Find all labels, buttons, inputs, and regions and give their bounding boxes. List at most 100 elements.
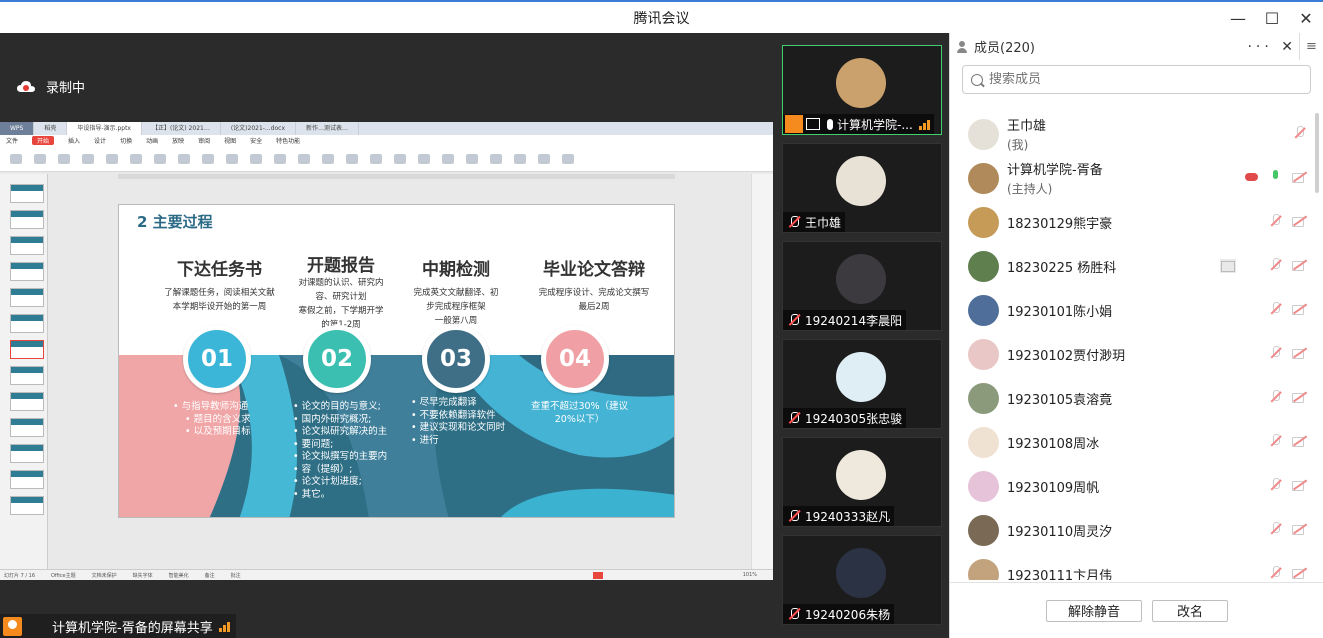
member-row[interactable]: 19230105袁溶竟: [968, 378, 1308, 418]
camera-off-icon[interactable]: [1292, 170, 1308, 184]
step-3-bullets: 尽早完成翻译 不要依赖翻译软件 建议实现和论文同时 进行: [411, 397, 506, 447]
rename-button[interactable]: 改名: [1152, 599, 1228, 622]
camera-off-icon[interactable]: [1292, 522, 1308, 536]
mic-off-icon[interactable]: [1268, 566, 1284, 580]
mic-off-icon[interactable]: [1268, 302, 1284, 316]
wps-tab-bar: WPS 稻壳 毕设指导-演示.pptx 【正】(论文) 2021… (论文)20…: [0, 122, 773, 135]
screen-share-name: 计算机学院-胥备的屏幕共享: [52, 620, 213, 636]
wps-tab: WPS: [0, 122, 35, 135]
maximize-button[interactable]: ☐: [1255, 9, 1289, 28]
wps-tab: 稻壳: [34, 122, 68, 135]
video-tile[interactable]: 19240214李晨阳: [782, 241, 942, 331]
camera-off-icon[interactable]: [1292, 566, 1308, 580]
mic-off-icon[interactable]: [1268, 214, 1284, 228]
video-tile-label: 计算机学院-...: [783, 114, 934, 134]
step-desc: 完成英文文献翻译、初 步完成程序框架 一般第八周: [401, 286, 511, 328]
status-item: 幻灯片 7 / 16: [4, 572, 35, 579]
bullet: 以及预期目标: [173, 426, 251, 439]
video-tile[interactable]: 19240206朱杨: [782, 535, 942, 625]
wps-menu-item: 切换: [120, 138, 133, 145]
close-button[interactable]: ✕: [1289, 9, 1323, 28]
cloud-record-icon: [17, 80, 35, 92]
mic-off-icon[interactable]: [1268, 522, 1284, 536]
member-row[interactable]: 19230110周灵汐: [968, 510, 1308, 550]
member-row[interactable]: 19230109周帆: [968, 466, 1308, 506]
mic-on-icon[interactable]: [1268, 170, 1284, 184]
video-tile-label: 19240305张忠骏: [783, 408, 907, 428]
wps-menu-item: 插入: [68, 138, 81, 145]
member-name: 19230109周帆: [1007, 480, 1100, 496]
mic-off-icon[interactable]: [1268, 478, 1284, 492]
member-list: 王巾雄 (我) 计算机学院-胥备 (主持人) 18230129熊宇豪 18230…: [950, 110, 1318, 580]
bullet: 要问题;: [293, 439, 387, 452]
camera-off-icon[interactable]: [1292, 478, 1308, 492]
status-item: 缺失字体: [132, 572, 153, 579]
avatar: [836, 450, 886, 500]
step-2-number: 02: [303, 325, 371, 393]
camera-off-icon[interactable]: [1292, 346, 1308, 360]
member-row[interactable]: 19230111卞月伟: [968, 554, 1308, 580]
bullet: 国内外研究概况;: [293, 414, 387, 427]
bullet: 题目的含义求: [173, 414, 251, 427]
step-2: 开题报告 对课题的认识、研究内 容、研究计划 寒假之前，下学期开学 的第1-2周: [287, 251, 395, 332]
member-search-input[interactable]: [989, 72, 1289, 87]
mic-off-icon[interactable]: [1268, 390, 1284, 404]
mic-off-icon[interactable]: [1268, 434, 1284, 448]
camera-off-icon[interactable]: [1292, 214, 1308, 228]
member-row[interactable]: 计算机学院-胥备 (主持人): [968, 158, 1308, 273]
bullet: 尽早完成翻译: [411, 397, 505, 410]
member-row[interactable]: 18230129熊宇豪: [968, 202, 1308, 242]
video-tile[interactable]: 王巾雄: [782, 143, 942, 233]
member-name: 19230102贾付渺玥: [1007, 348, 1126, 364]
video-tile[interactable]: 计算机学院-...: [782, 45, 942, 135]
unmute-button[interactable]: 解除静音: [1046, 599, 1142, 622]
panel-menu-icon[interactable]: ≡: [1299, 33, 1323, 60]
recording-indicator[interactable]: 录制中: [16, 77, 85, 96]
member-row[interactable]: 19230101陈小娟: [968, 290, 1308, 330]
step-4: 毕业论文答辩 完成程序设计、完成论文撰写 最后2周: [519, 255, 669, 314]
camera-off-icon[interactable]: [1292, 390, 1308, 404]
slide-thumbnails: [0, 174, 48, 569]
step-1-bullets: 与指导教师沟通 题目的含义求 以及预期目标: [173, 401, 251, 439]
avatar: [836, 548, 886, 598]
member-row[interactable]: 19230108周冰: [968, 422, 1308, 462]
mic-off-icon[interactable]: [1268, 346, 1284, 360]
mic-off-icon[interactable]: [1292, 126, 1308, 140]
user-icon: [3, 616, 22, 636]
member-row[interactable]: 19230102贾付渺玥: [968, 334, 1308, 374]
member-row[interactable]: 王巾雄 (我): [968, 114, 1308, 154]
wps-menu-item: 视图: [224, 138, 237, 145]
close-panel-button[interactable]: ✕: [1281, 39, 1297, 55]
bullet: 论文的目的与意义;: [293, 401, 387, 414]
step-1: 下达任务书 了解课题任务，阅读相关文献 本学期毕设开始的第一周: [147, 255, 292, 314]
member-row[interactable]: 18230225 杨胜科: [968, 246, 1308, 286]
desc-line: 容、研究计划: [315, 292, 367, 302]
status-item: 智能美化: [168, 572, 189, 579]
wps-menu-item: 动画: [146, 138, 159, 145]
avatar: [968, 206, 999, 238]
more-icon[interactable]: ···: [1247, 39, 1272, 55]
mic-off-icon[interactable]: [1268, 258, 1284, 272]
ruler: [118, 174, 675, 179]
avatar: [836, 156, 886, 206]
camera-off-icon[interactable]: [1292, 302, 1308, 316]
participant-name: 19240333赵凡: [805, 509, 891, 524]
camera-off-icon[interactable]: [1292, 434, 1308, 448]
avatar: [968, 338, 999, 370]
member-search[interactable]: [962, 65, 1311, 94]
bullet: 建议实现和论文同时: [411, 422, 506, 435]
member-list-scrollbar[interactable]: [1315, 113, 1319, 193]
minimize-button[interactable]: —: [1221, 9, 1255, 28]
screen-share-icon: [806, 118, 820, 130]
participant-name: 19240214李晨阳: [805, 313, 903, 328]
bullet: 容（提纲）;: [293, 464, 387, 477]
video-tile[interactable]: 19240333赵凡: [782, 437, 942, 527]
camera-off-icon[interactable]: [1292, 258, 1308, 272]
member-name: 18230225 杨胜科: [1007, 260, 1117, 276]
avatar: [836, 352, 886, 402]
step-heading: 中期检测: [422, 260, 490, 280]
recording-label: 录制中: [46, 81, 86, 96]
avatar: [968, 162, 999, 194]
participant-name: 19240206朱杨: [805, 607, 891, 622]
video-tile[interactable]: 19240305张忠骏: [782, 339, 942, 429]
